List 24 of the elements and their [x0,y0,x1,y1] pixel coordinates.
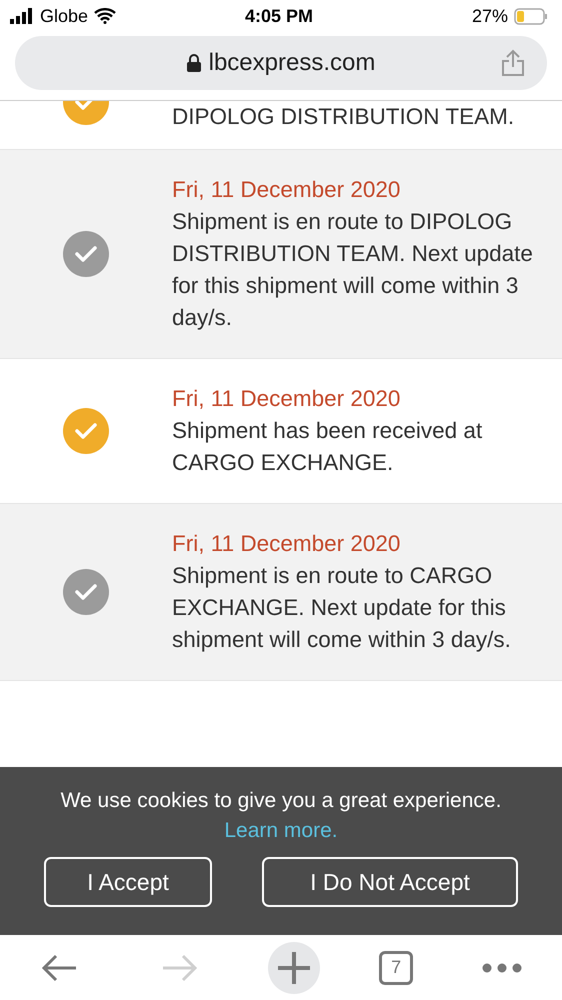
decline-button[interactable]: I Do Not Accept [262,857,518,907]
share-icon[interactable] [501,49,525,77]
entry-text: DIPOLOG DISTRIBUTION TEAM. [172,103,514,131]
cookie-message: We use cookies to give you a great experience. [60,789,502,813]
battery-percent: 27% [472,6,508,26]
address-bar[interactable]: lbcexpress.com [15,36,547,90]
entry-text: Shipment is en route to DIPOLOG DISTRIBUTION TEAM. Next update for this shipment will come within 3 day/s. [172,208,534,332]
url-text: lbcexpress.com [208,49,376,77]
entry-date: Fri, 11 December 2020 [172,385,402,413]
clock-time: 4:05 PM [244,6,314,26]
accept-button[interactable]: I Accept [44,857,212,907]
wifi-icon [94,8,116,24]
entry-text: Shipment is en route to CARGO EXCHANGE. Next update for this shipment will come within 3 day/s. [172,562,512,654]
entry-text: Shipment has been received at CARGO EXCHANGE. [172,417,484,477]
tabs-button[interactable]: 7 [379,950,414,984]
signal-icon [10,8,34,24]
battery-icon [514,8,548,24]
lock-icon [186,54,201,72]
entry-date: Fri, 11 December 2020 [172,530,402,558]
plus-icon [276,950,312,986]
learn-more-link[interactable]: Learn more. [224,819,338,843]
entry-date: Fri, 11 December 2020 [172,176,402,204]
more-icon [482,962,522,972]
carrier-name: Globe [40,6,88,26]
